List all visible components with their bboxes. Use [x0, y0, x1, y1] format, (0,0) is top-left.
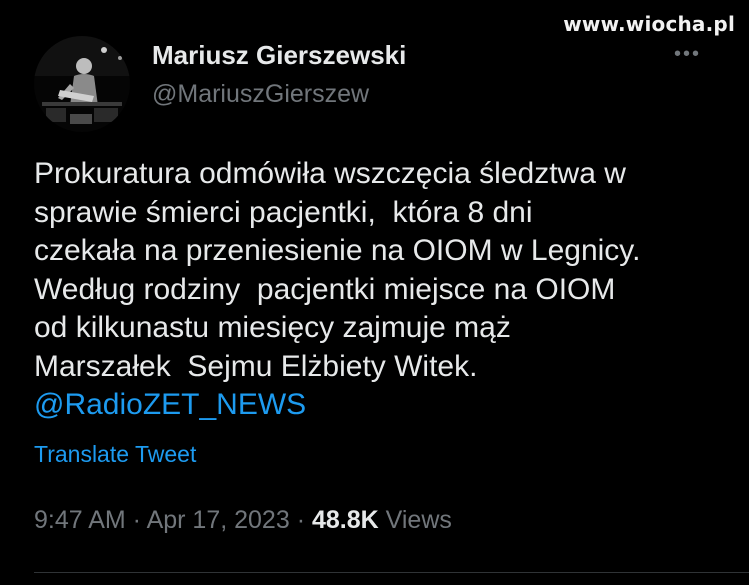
author-name[interactable]: Mariusz Gierszewski [152, 39, 406, 71]
tweet-text: Prokuratura odmówiła wszczęcia śledztwa … [34, 155, 734, 425]
tweet-line: czekała na przeniesienie na OIOM w Legni… [34, 234, 641, 267]
site-watermark: www.wiocha.pl [563, 12, 735, 36]
views-label: Views [385, 506, 452, 534]
author-handle[interactable]: @MariuszGierszew [152, 78, 406, 110]
tweet-metadata: 9:47 AM · Apr 17, 2023 · 48.8K Views [34, 506, 452, 535]
meta-separator: · [125, 506, 147, 534]
tweet-line: Prokuratura odmówiła wszczęcia śledztwa … [34, 157, 626, 190]
meta-separator: · [289, 506, 312, 534]
divider [34, 572, 749, 573]
tweet-time[interactable]: 9:47 AM [34, 506, 126, 534]
tweet-line: od kilkunastu miesięcy zajmuje mąż [34, 311, 511, 344]
translate-tweet-link[interactable]: Translate Tweet [34, 441, 196, 468]
mention-link[interactable]: @RadioZET_NEWS [34, 386, 734, 425]
author-block: Mariusz Gierszewski @MariuszGierszew [152, 39, 406, 110]
profile-photo-image [34, 36, 130, 132]
avatar[interactable] [34, 36, 130, 132]
tweet-line: Według rodziny pacjentki miejsce na OIOM [34, 272, 616, 306]
more-options-icon[interactable]: ••• [674, 44, 701, 64]
tweet-date[interactable]: Apr 17, 2023 [147, 506, 290, 534]
tweet-line: Marszałek Sejmu Elżbiety Witek. [34, 349, 478, 383]
views-count[interactable]: 48.8K [312, 506, 379, 534]
tweet-line: sprawie śmierci pacjentki, która 8 dni [34, 195, 533, 229]
